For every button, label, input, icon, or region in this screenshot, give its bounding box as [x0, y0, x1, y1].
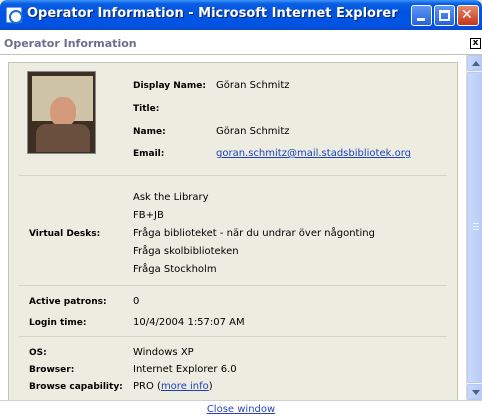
active-patrons-value: 0: [133, 296, 140, 307]
scroll-up-button[interactable]: [467, 55, 482, 71]
window-title: Operator Information - Microsoft Interne…: [27, 6, 398, 21]
login-time-label: Login time:: [29, 318, 87, 328]
divider: [19, 175, 447, 176]
operator-info-panel: Display Name: Göran Schmitz Title: Name:…: [8, 62, 458, 400]
active-patrons-label: Active patrons:: [29, 297, 107, 307]
content-area: Display Name: Göran Schmitz Title: Name:…: [0, 55, 466, 400]
close-icon: ✕: [461, 7, 473, 23]
display-name-value: Göran Schmitz: [216, 80, 290, 91]
divider: [19, 336, 447, 337]
vertical-scrollbar[interactable]: [466, 55, 482, 400]
browser-label: Browser:: [29, 365, 75, 375]
browse-capability-value: PRO (more info): [133, 381, 213, 392]
email-link[interactable]: goran.schmitz@mail.stadsbibliotek.org: [216, 148, 411, 159]
divider: [19, 285, 447, 286]
capability-suffix: ): [208, 381, 213, 392]
header-close-button[interactable]: x: [470, 38, 481, 49]
close-button[interactable]: ✕: [457, 5, 479, 26]
browse-capability-label: Browse capability:: [29, 382, 123, 392]
scroll-down-button[interactable]: [467, 384, 482, 400]
email-label: Email:: [133, 149, 165, 159]
name-label: Name:: [133, 127, 166, 137]
operator-photo: [27, 71, 96, 154]
login-time-value: 10/4/2004 1:57:07 AM: [133, 317, 245, 328]
name-value: Göran Schmitz: [216, 126, 290, 137]
title-label: Title:: [133, 104, 160, 114]
arrow-up-icon: [472, 61, 480, 66]
close-window-link[interactable]: Close window: [0, 404, 482, 415]
virtual-desk-item: Fråga Stockholm: [133, 264, 217, 275]
os-value: Windows XP: [133, 347, 194, 358]
page-title: Operator Information: [4, 37, 137, 50]
more-info-link[interactable]: more info: [161, 381, 209, 392]
virtual-desk-item: Fråga skolbiblioteken: [133, 246, 239, 257]
virtual-desk-item: Fråga biblioteket - när du undrar över n…: [133, 228, 375, 239]
maximize-button[interactable]: [434, 5, 455, 26]
capability-text: PRO (: [133, 381, 161, 392]
page-header: Operator Information x: [0, 30, 482, 55]
minimize-icon: [417, 18, 425, 21]
maximize-icon: [439, 10, 450, 21]
browser-value: Internet Explorer 6.0: [133, 364, 237, 375]
virtual-desks-label: Virtual Desks:: [29, 229, 101, 239]
minimize-button[interactable]: [411, 5, 432, 26]
virtual-desk-item: FB+JB: [133, 210, 164, 221]
os-label: OS:: [29, 348, 47, 358]
display-name-label: Display Name:: [133, 81, 206, 91]
virtual-desk-item: Ask the Library: [133, 192, 209, 203]
page-footer: Close window: [0, 400, 482, 419]
arrow-down-icon: [472, 390, 480, 395]
ie-icon: [6, 7, 23, 24]
window-titlebar[interactable]: Operator Information - Microsoft Interne…: [0, 0, 482, 30]
scroll-thumb[interactable]: [467, 72, 482, 383]
